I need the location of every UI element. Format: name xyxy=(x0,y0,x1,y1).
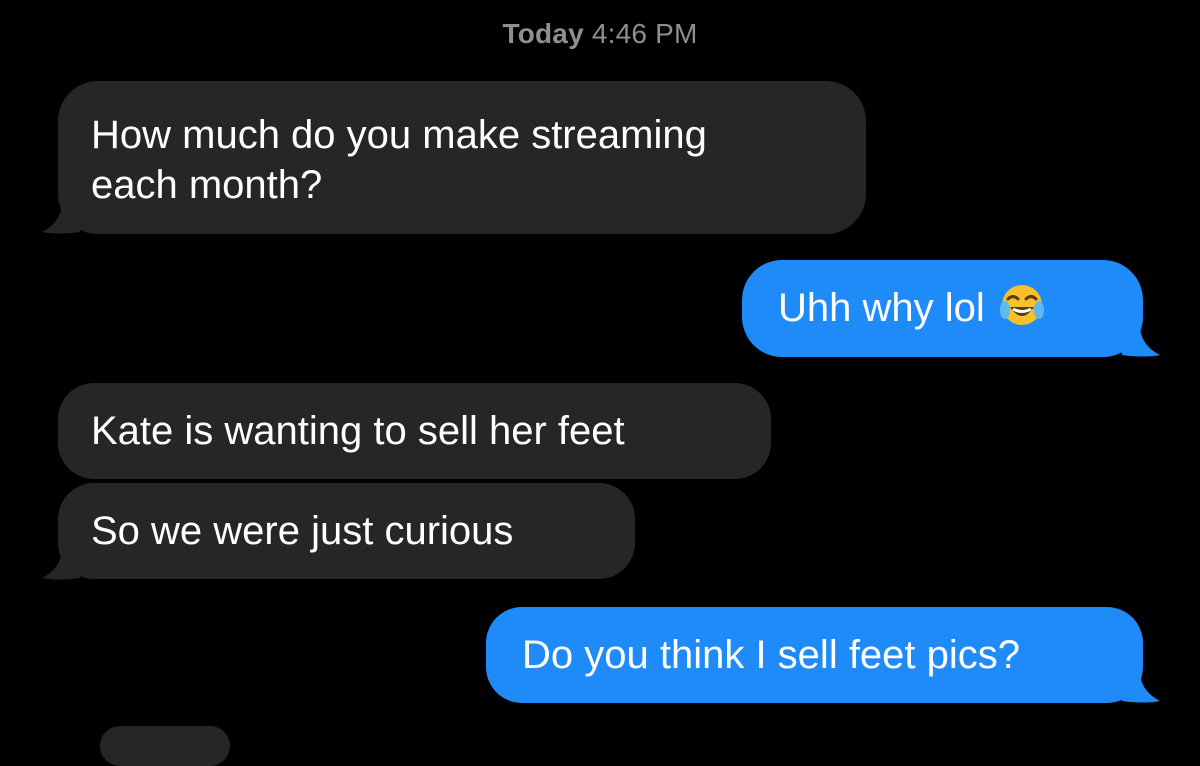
face-with-tears-of-joy-icon xyxy=(999,285,1044,325)
message-bubble-outgoing[interactable]: Do you think I sell feet pics? xyxy=(486,607,1143,703)
message-bubble-incoming[interactable]: Kate is wanting to sell her feet xyxy=(58,383,771,479)
message-bubble-incoming[interactable]: So we were just curious xyxy=(58,483,635,579)
message-text: Do you think I sell feet pics? xyxy=(522,633,1021,677)
message-bubble-incoming-partial[interactable] xyxy=(100,726,230,766)
message-text: Kate is wanting to sell her feet xyxy=(91,409,625,453)
message-bubble-incoming[interactable]: How much do you make streaming each mont… xyxy=(58,81,866,234)
message-text: So we were just curious xyxy=(91,509,514,553)
timestamp-time: 4:46 PM xyxy=(591,18,698,49)
timestamp-day: Today xyxy=(502,18,584,49)
bubble-tail-incoming xyxy=(42,202,80,234)
timestamp: Today 4:46 PM xyxy=(0,18,1200,50)
message-text-line: How much do you make streaming xyxy=(91,113,707,157)
bubble-tail-outgoing xyxy=(1122,671,1160,703)
message-bubble-outgoing[interactable]: Uhh why lol xyxy=(742,260,1143,357)
bubble-tail-incoming xyxy=(42,548,80,580)
message-text: Uhh why lol xyxy=(778,286,985,330)
message-text-line: each month? xyxy=(91,163,323,207)
bubble-tail-outgoing xyxy=(1122,325,1160,357)
